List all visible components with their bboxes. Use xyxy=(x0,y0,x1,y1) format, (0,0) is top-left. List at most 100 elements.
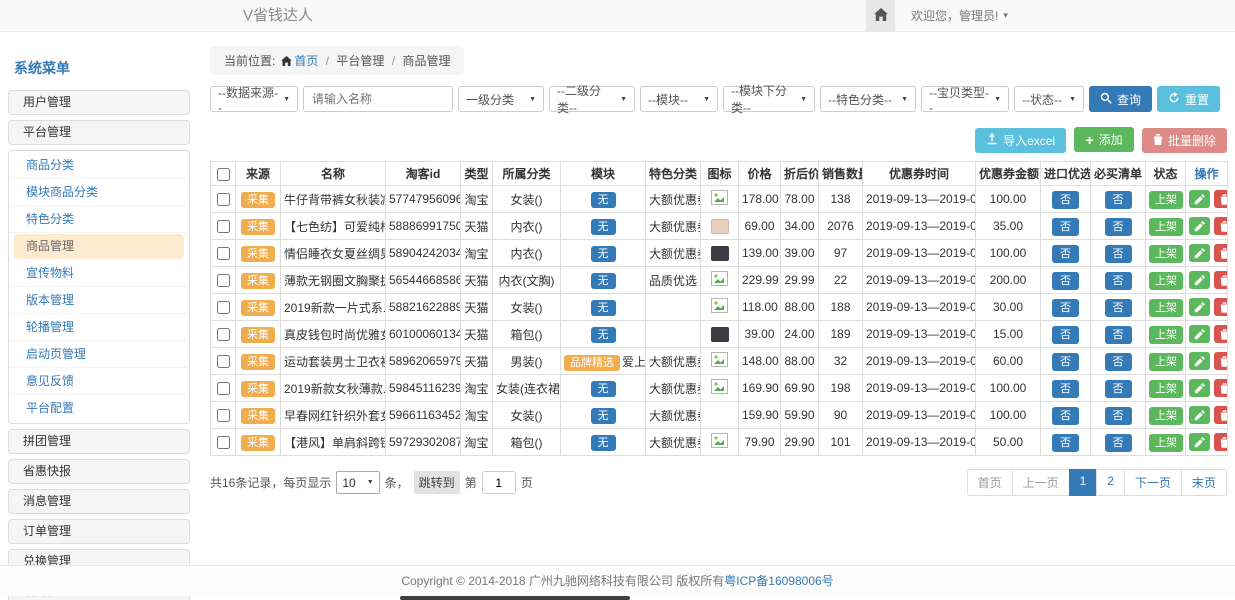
trash-icon[interactable] xyxy=(1214,433,1228,451)
sidebar-item[interactable]: 订单管理 xyxy=(8,519,190,544)
row-checkbox[interactable] xyxy=(217,301,230,314)
trash-icon[interactable] xyxy=(1214,190,1228,208)
pager-current-page[interactable]: 1 xyxy=(1069,469,1098,496)
edit-icon[interactable] xyxy=(1189,190,1210,208)
row-checkbox[interactable] xyxy=(217,274,230,287)
trash-icon[interactable] xyxy=(1214,325,1228,343)
filter-select[interactable]: 一级分类▼ xyxy=(458,86,544,112)
must-buy-toggle[interactable]: 否 xyxy=(1105,353,1132,371)
status-button[interactable]: 上架 xyxy=(1149,299,1183,317)
import-select-toggle[interactable]: 否 xyxy=(1052,218,1079,236)
filter-select[interactable]: --数据来源--▼ xyxy=(210,86,298,112)
import-select-toggle[interactable]: 否 xyxy=(1052,380,1079,398)
must-buy-toggle[interactable]: 否 xyxy=(1105,245,1132,263)
filter-select[interactable]: --二级分类--▼ xyxy=(549,86,635,112)
status-button[interactable]: 上架 xyxy=(1149,245,1183,263)
search-button[interactable]: 查询 xyxy=(1089,86,1152,112)
row-checkbox[interactable] xyxy=(217,382,230,395)
filter-select[interactable]: --模块--▼ xyxy=(640,86,718,112)
pager-button[interactable]: 2 xyxy=(1096,469,1125,496)
trash-icon[interactable] xyxy=(1214,406,1228,424)
trash-icon[interactable] xyxy=(1214,298,1228,316)
status-button[interactable]: 上架 xyxy=(1149,353,1183,371)
row-checkbox[interactable] xyxy=(217,436,230,449)
sidebar-subitem[interactable]: 商品分类 xyxy=(9,152,189,179)
must-buy-toggle[interactable]: 否 xyxy=(1105,299,1132,317)
page-size-select[interactable]: 10 ▼ xyxy=(336,471,379,494)
row-checkbox[interactable] xyxy=(217,355,230,368)
icp-link[interactable]: 粤ICP备16098006号 xyxy=(724,574,833,588)
status-button[interactable]: 上架 xyxy=(1149,407,1183,425)
reset-button[interactable]: 重置 xyxy=(1157,86,1220,112)
edit-icon[interactable] xyxy=(1189,298,1210,316)
name-search-input[interactable] xyxy=(303,86,453,112)
edit-icon[interactable] xyxy=(1189,271,1210,289)
edit-icon[interactable] xyxy=(1189,325,1210,343)
filter-select[interactable]: --状态--▼ xyxy=(1014,86,1084,112)
import-select-toggle[interactable]: 否 xyxy=(1052,434,1079,452)
filter-select[interactable]: --宝贝类型--▼ xyxy=(921,86,1009,112)
import-select-toggle[interactable]: 否 xyxy=(1052,353,1079,371)
edit-icon[interactable] xyxy=(1189,244,1210,262)
trash-icon[interactable] xyxy=(1214,217,1228,235)
trash-icon[interactable] xyxy=(1214,244,1228,262)
sidebar-subitem[interactable]: 意见反馈 xyxy=(9,368,189,395)
must-buy-toggle[interactable]: 否 xyxy=(1105,407,1132,425)
pager-button[interactable]: 上一页 xyxy=(1012,469,1070,496)
sidebar-subitem[interactable]: 宣传物料 xyxy=(9,260,189,287)
jump-page-input[interactable] xyxy=(482,471,516,494)
sidebar-subitem[interactable]: 平台配置 xyxy=(9,395,189,422)
trash-icon[interactable] xyxy=(1214,352,1228,370)
status-button[interactable]: 上架 xyxy=(1149,380,1183,398)
batch-delete-button[interactable]: 批量删除 xyxy=(1142,128,1227,153)
sidebar-item[interactable]: 省惠快报 xyxy=(8,459,190,484)
sidebar-item[interactable]: 平台管理 xyxy=(8,120,190,145)
must-buy-toggle[interactable]: 否 xyxy=(1105,434,1132,452)
filter-select[interactable]: --特色分类--▼ xyxy=(820,86,916,112)
pager-button[interactable]: 首页 xyxy=(967,469,1013,496)
must-buy-toggle[interactable]: 否 xyxy=(1105,218,1132,236)
import-select-toggle[interactable]: 否 xyxy=(1052,299,1079,317)
home-nav-button[interactable] xyxy=(866,0,895,31)
must-buy-toggle[interactable]: 否 xyxy=(1105,326,1132,344)
import-select-toggle[interactable]: 否 xyxy=(1052,407,1079,425)
edit-icon[interactable] xyxy=(1189,379,1210,397)
import-select-toggle[interactable]: 否 xyxy=(1052,245,1079,263)
trash-icon[interactable] xyxy=(1214,271,1228,289)
add-button[interactable]: + 添加 xyxy=(1074,127,1133,152)
status-button[interactable]: 上架 xyxy=(1149,434,1183,452)
sidebar-item[interactable]: 拼团管理 xyxy=(8,429,190,454)
status-button[interactable]: 上架 xyxy=(1149,272,1183,290)
jump-button[interactable]: 跳转到 xyxy=(414,471,460,494)
import-select-toggle[interactable]: 否 xyxy=(1052,326,1079,344)
sidebar-subitem[interactable]: 商品管理 xyxy=(14,234,184,259)
row-checkbox[interactable] xyxy=(217,220,230,233)
trash-icon[interactable] xyxy=(1214,379,1228,397)
sidebar-subitem[interactable]: 版本管理 xyxy=(9,287,189,314)
status-button[interactable]: 上架 xyxy=(1149,326,1183,344)
sidebar-subitem[interactable]: 启动页管理 xyxy=(9,341,189,368)
edit-icon[interactable] xyxy=(1189,406,1210,424)
status-button[interactable]: 上架 xyxy=(1149,218,1183,236)
must-buy-toggle[interactable]: 否 xyxy=(1105,380,1132,398)
must-buy-toggle[interactable]: 否 xyxy=(1105,272,1132,290)
row-checkbox[interactable] xyxy=(217,328,230,341)
row-checkbox[interactable] xyxy=(217,409,230,422)
edit-icon[interactable] xyxy=(1189,433,1210,451)
breadcrumb-home-link[interactable]: 首页 xyxy=(294,54,318,68)
select-all-checkbox[interactable] xyxy=(217,168,230,181)
import-select-toggle[interactable]: 否 xyxy=(1052,191,1079,209)
import-select-toggle[interactable]: 否 xyxy=(1052,272,1079,290)
sidebar-subitem[interactable]: 特色分类 xyxy=(9,206,189,233)
sidebar-subitem[interactable]: 模块商品分类 xyxy=(9,179,189,206)
sidebar-item[interactable]: 消息管理 xyxy=(8,489,190,514)
user-menu[interactable]: 欢迎您，管理员! ▾ xyxy=(911,0,1008,31)
import-excel-button[interactable]: 导入excel xyxy=(975,128,1066,153)
pager-button[interactable]: 末页 xyxy=(1181,469,1227,496)
row-checkbox[interactable] xyxy=(217,193,230,206)
sidebar-subitem[interactable]: 轮播管理 xyxy=(9,314,189,341)
pager-button[interactable]: 下一页 xyxy=(1124,469,1182,496)
status-button[interactable]: 上架 xyxy=(1149,191,1183,209)
row-checkbox[interactable] xyxy=(217,247,230,260)
horizontal-scrollbar[interactable] xyxy=(400,596,630,600)
